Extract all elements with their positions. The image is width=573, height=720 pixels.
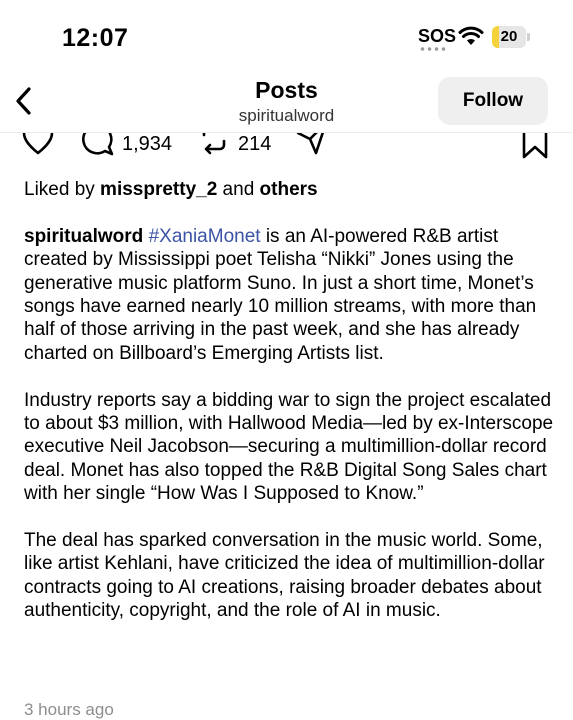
liked-by-others[interactable]: others (260, 179, 318, 200)
post-header: Posts spiritualword Follow (0, 72, 573, 132)
comment-icon[interactable] (79, 133, 115, 157)
caption-paragraph-1: spiritualword #XaniaMonet is an AI-power… (24, 225, 554, 365)
battery-icon: 20 (492, 26, 526, 48)
liked-mid: and (217, 179, 260, 200)
bookmark-icon[interactable] (520, 133, 550, 161)
liked-by-line: Liked by misspretty_2 and others (24, 178, 554, 201)
battery-level-text: 20 (500, 28, 518, 45)
caption-hashtag[interactable]: #XaniaMonet (149, 226, 261, 247)
repost-icon[interactable] (198, 133, 230, 157)
action-bar: 1,934 214 (0, 133, 573, 161)
repost-count: 214 (238, 133, 272, 155)
battery-indicator: 20 (492, 26, 530, 48)
caption-paragraph-2: Industry reports say a bidding war to si… (24, 389, 554, 505)
battery-tip (527, 33, 530, 41)
share-icon[interactable] (296, 133, 328, 157)
sos-indicator: SOS (418, 26, 457, 46)
status-bar: 12:07 SOS 20 (0, 0, 573, 72)
follow-button[interactable]: Follow (438, 77, 548, 125)
post-timestamp: 3 hours ago (24, 700, 114, 719)
post-caption: Liked by misspretty_2 and others spiritu… (24, 178, 554, 646)
wifi-icon (458, 26, 484, 45)
caption-paragraph-3: The deal has sparked conversation in the… (24, 530, 545, 622)
caption-author[interactable]: spiritualword (24, 226, 143, 247)
heart-icon[interactable] (22, 133, 54, 157)
signal-dots-icon (419, 47, 447, 51)
status-time: 12:07 (62, 24, 129, 52)
liked-prefix: Liked by (24, 179, 101, 200)
comment-count: 1,934 (122, 133, 173, 155)
liked-by-user[interactable]: misspretty_2 (100, 179, 217, 200)
